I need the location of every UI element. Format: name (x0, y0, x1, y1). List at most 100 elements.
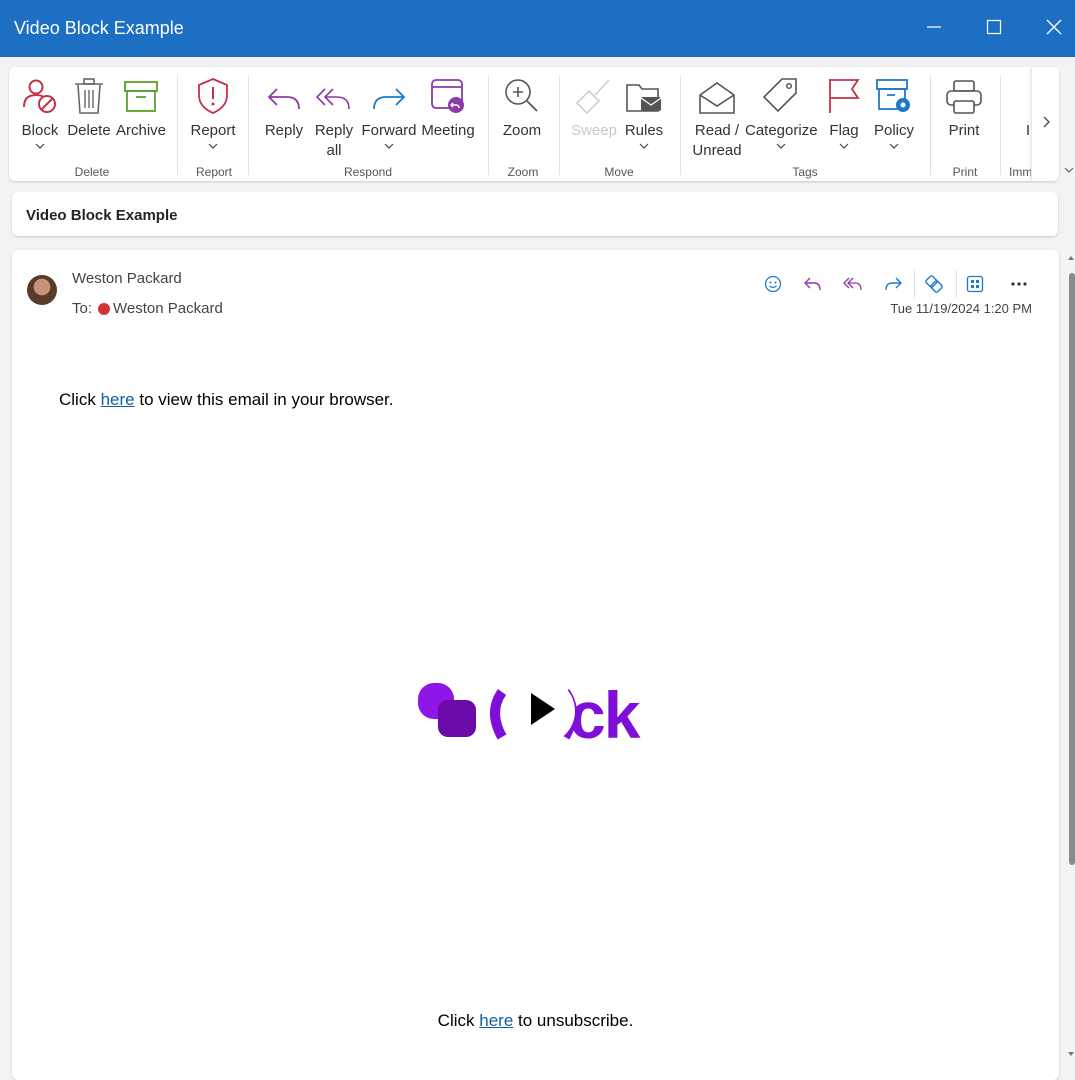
rules-icon (621, 73, 667, 115)
policy-icon (871, 73, 917, 115)
group-delete-label: Delete (74, 165, 110, 179)
subject-bar: Video Block Example (12, 192, 1058, 236)
envelope-icon (689, 73, 745, 115)
title-bar: Video Block Example (0, 0, 1075, 57)
sweep-label: Sweep (571, 122, 617, 139)
chevron-down-icon[interactable] (360, 141, 418, 151)
reply-all-label-line2: all (326, 142, 342, 159)
archive-icon (115, 73, 167, 115)
chevron-down-icon[interactable] (871, 141, 917, 151)
close-icon[interactable] (1041, 14, 1067, 40)
zoom-button[interactable]: Zoom (499, 73, 545, 141)
meeting-icon (419, 73, 477, 115)
reply-button[interactable]: Reply (261, 73, 307, 141)
rules-button[interactable]: Rules (621, 73, 667, 151)
chevron-down-icon[interactable] (821, 141, 867, 151)
group-tags-label: Tags (792, 165, 818, 179)
text: to view this email in your browser. (139, 390, 394, 409)
flag-icon (821, 73, 867, 115)
play-icon (527, 691, 557, 732)
view-in-browser-line: Click here to view this email in your br… (59, 390, 394, 410)
reply-icon[interactable] (801, 272, 825, 296)
rules-label: Rules (624, 122, 664, 139)
group-respond-label: Respond (343, 165, 393, 179)
meeting-button[interactable]: Meeting (419, 73, 477, 141)
play-button[interactable] (509, 678, 575, 744)
reading-pane: Weston Packard To: Weston Packard Tue 11… (12, 250, 1059, 1080)
policy-button[interactable]: Policy (871, 73, 917, 151)
emoji-icon[interactable] (761, 272, 785, 296)
forward-icon (360, 73, 418, 115)
read-unread-label: Read / Unread (689, 121, 745, 161)
group-move-label: Move (604, 165, 634, 179)
sweep-button[interactable]: Sweep (569, 73, 619, 141)
group-print-label: Print (952, 165, 978, 179)
apps-icon[interactable] (963, 272, 987, 296)
reply-all-icon[interactable] (841, 272, 865, 296)
chevron-down-icon[interactable] (189, 141, 237, 151)
reply-all-button[interactable]: Reply all (311, 73, 357, 161)
subject-text: Video Block Example (26, 207, 178, 224)
report-label: Report (190, 122, 236, 139)
reply-icon (261, 73, 307, 115)
categorize-label: Categorize (745, 122, 818, 139)
ribbon: Block Delete Archive Delete Report Repor… (9, 67, 1059, 181)
divider (956, 270, 957, 298)
tag-icon (745, 73, 817, 115)
chevron-right-icon (1041, 115, 1051, 134)
recipient-line: To: Weston Packard (72, 300, 223, 317)
group-report-label: Report (195, 165, 233, 179)
forward-button[interactable]: Forward (360, 73, 418, 151)
divider (248, 75, 249, 175)
minimize-icon[interactable] (921, 14, 947, 40)
unsubscribe-line: Click here to unsubscribe. (12, 1011, 1059, 1031)
print-label: Print (948, 122, 980, 139)
report-icon (189, 73, 237, 115)
view-in-browser-link[interactable]: here (101, 390, 135, 409)
reply-label: Reply (264, 122, 304, 139)
chevron-down-icon[interactable] (621, 141, 667, 151)
ribbon-expand-icon[interactable] (1063, 162, 1075, 180)
chevron-down-icon[interactable] (745, 141, 817, 151)
sweep-icon (569, 73, 619, 115)
avatar[interactable] (27, 275, 57, 305)
message-date: Tue 11/19/2024 1:20 PM (890, 301, 1032, 316)
ribbon-scroll-right-button[interactable] (1031, 67, 1059, 181)
read-unread-button[interactable]: Read / Unread (689, 73, 745, 161)
forward-icon[interactable] (881, 272, 905, 296)
block-icon (17, 73, 63, 115)
window-title: Video Block Example (14, 18, 184, 38)
meeting-label: Meeting (421, 122, 475, 139)
read-unread-label-line2: Unread (692, 142, 742, 159)
printer-icon (941, 73, 987, 115)
zoom-icon (499, 73, 545, 115)
scrollbar-thumb[interactable] (1069, 273, 1075, 865)
recipient-name[interactable]: Weston Packard (113, 300, 223, 317)
archive-button[interactable]: Archive (115, 73, 167, 141)
group-zoom-label: Zoom (507, 165, 539, 179)
chevron-down-icon[interactable] (17, 141, 63, 151)
maximize-icon[interactable] (981, 14, 1007, 40)
text: Click (437, 1011, 475, 1030)
block-button[interactable]: Block (17, 73, 63, 151)
loop-icon[interactable] (922, 272, 946, 296)
delete-button[interactable]: Delete (65, 73, 113, 141)
unsubscribe-link[interactable]: here (479, 1011, 513, 1030)
divider (914, 270, 915, 298)
report-button[interactable]: Report (189, 73, 237, 151)
flag-label: Flag (829, 122, 859, 139)
flag-button[interactable]: Flag (821, 73, 867, 151)
scroll-down-icon (1068, 1052, 1074, 1056)
scroll-up-icon (1068, 256, 1074, 260)
sender-name[interactable]: Weston Packard (72, 270, 182, 287)
more-icon[interactable] (1007, 272, 1031, 296)
forward-label: Forward (361, 122, 417, 139)
print-button[interactable]: Print (941, 73, 987, 141)
reply-all-label: Reply all (311, 121, 357, 161)
text: to unsubscribe. (518, 1011, 634, 1030)
video-block[interactable]: ck (412, 670, 662, 750)
categorize-button[interactable]: Categorize (745, 73, 818, 151)
read-unread-label-line1: Read / (694, 122, 740, 139)
reply-all-icon (311, 73, 357, 115)
delete-label: Delete (67, 122, 111, 139)
